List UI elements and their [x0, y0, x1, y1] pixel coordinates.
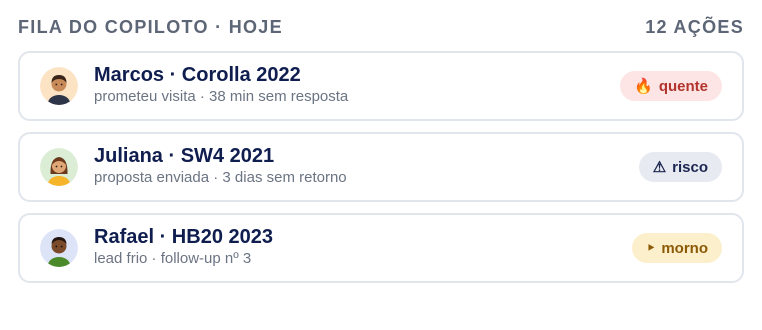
lead-card-rafael[interactable]: Rafael · HB20 2023 lead frio · follow-up…: [18, 213, 744, 283]
queue-header: FILA DO COPILOTO · HOJE 12 AÇÕES: [18, 14, 744, 40]
lead-title: Juliana · SW4 2021: [94, 145, 275, 167]
status-badge: 🔥 quente: [620, 71, 722, 101]
lead-card-juliana[interactable]: Juliana · SW4 2021 proposta enviada · 3 …: [18, 132, 744, 202]
warning-icon: ⚠: [652, 158, 667, 176]
queue-title: FILA DO COPILOTO · HOJE: [18, 16, 283, 37]
badge-label: risco: [672, 158, 708, 176]
badge-label: quente: [658, 77, 708, 95]
action-count: 12 AÇÕES: [645, 16, 744, 37]
lead-card-marcos[interactable]: Marcos · Corolla 2022 prometeu visita · …: [18, 51, 744, 121]
lead-title: Rafael · HB20 2023: [94, 226, 273, 248]
lead-status: prometeu visita · 38 min sem resposta: [94, 88, 349, 105]
fire-icon: 🔥: [634, 77, 653, 95]
arrow-icon: ‣: [646, 239, 656, 257]
status-badge: ⚠ risco: [638, 152, 722, 182]
badge-label: morno: [661, 239, 708, 257]
status-badge: ‣ morno: [632, 233, 722, 263]
avatar: [40, 67, 78, 105]
avatar: [40, 229, 78, 267]
lead-status: lead frio · follow-up nº 3: [94, 250, 252, 267]
lead-status: proposta enviada · 3 dias sem retorno: [94, 169, 347, 186]
lead-title: Marcos · Corolla 2022: [94, 64, 301, 86]
avatar: [40, 148, 78, 186]
